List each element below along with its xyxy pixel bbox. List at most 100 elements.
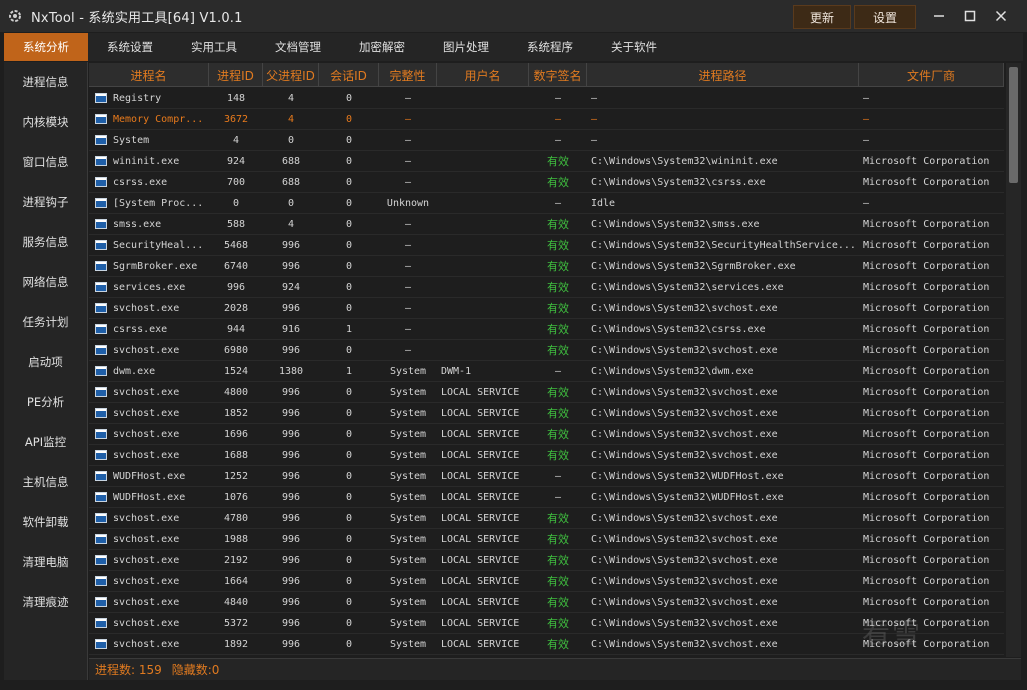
table-row[interactable]: WUDFHost.exe 1076 996 0 System LOCAL SERVICE —…	[89, 487, 1004, 508]
cell-integrity: System	[389, 386, 427, 398]
cell-integrity: System	[389, 533, 427, 545]
cell-path: C:\Windows\System32\smss.exe	[591, 218, 760, 230]
cell-signature: —	[554, 491, 562, 503]
sidebar-item-13[interactable]: 清理痕迹	[4, 582, 87, 622]
column-header-path[interactable]: 进程路径	[587, 63, 859, 87]
cell-username: LOCAL SERVICE	[441, 512, 520, 524]
column-header-pid[interactable]: 进程ID	[209, 63, 263, 87]
table-row[interactable]: csrss.exe 700 688 0 — 有效 C:\Windows\System32\c…	[89, 172, 1004, 193]
cell-session-id: 0	[345, 197, 353, 209]
scrollbar-thumb[interactable]	[1009, 67, 1018, 183]
cell-ppid: 1380	[278, 365, 304, 377]
cell-session-id: 0	[345, 449, 353, 461]
table-row[interactable]: svchost.exe 4800 996 0 System LOCAL SERVICE 有效…	[89, 382, 1004, 403]
table-row[interactable]: wininit.exe 924 688 0 — 有效 C:\Windows\System32…	[89, 151, 1004, 172]
sidebar-item-5[interactable]: 网络信息	[4, 262, 87, 302]
sidebar-item-7[interactable]: 启动项	[4, 342, 87, 382]
table-row[interactable]: Memory Compr... 3672 4 0 — — — —	[89, 109, 1004, 130]
table-row[interactable]: [System Proc... 0 0 0 Unknown — Idle —	[89, 193, 1004, 214]
table-row[interactable]: smss.exe 588 4 0 — 有效 C:\Windows\System32\smss…	[89, 214, 1004, 235]
cell-path: C:\Windows\System32\WUDFHost.exe	[591, 491, 784, 503]
table-row[interactable]: csrss.exe 944 916 1 — 有效 C:\Windows\System32\c…	[89, 319, 1004, 340]
table-row[interactable]: svchost.exe 2192 996 0 System LOCAL SERVICE 有效…	[89, 550, 1004, 571]
table-row[interactable]: svchost.exe 1664 996 0 System LOCAL SERVICE 有效…	[89, 571, 1004, 592]
table-row[interactable]: svchost.exe 1688 996 0 System LOCAL SERVICE 有效…	[89, 445, 1004, 466]
sidebar-item-4[interactable]: 服务信息	[4, 222, 87, 262]
cell-process-name: svchost.exe	[89, 613, 209, 633]
column-header-vendor[interactable]: 文件厂商	[859, 63, 1004, 87]
table-row[interactable]: svchost.exe 6980 996 0 — 有效 C:\Windows\System3…	[89, 340, 1004, 361]
column-header-ppid[interactable]: 父进程ID	[263, 63, 319, 87]
cell-ppid: 996	[281, 470, 301, 482]
menu-item-6[interactable]: 系统程序	[508, 33, 592, 61]
cell-ppid: 688	[281, 176, 301, 188]
cell-process-name: svchost.exe	[89, 592, 209, 612]
cell-vendor: Microsoft Corporation	[863, 449, 990, 461]
menu-item-7[interactable]: 关于软件	[592, 33, 676, 61]
cell-ppid: 996	[281, 239, 301, 251]
table-row[interactable]: svchost.exe 2028 996 0 — 有效 C:\Windows\System3…	[89, 298, 1004, 319]
cell-vendor: Microsoft Corporation	[863, 617, 990, 629]
settings-button[interactable]: 设置	[854, 5, 916, 29]
process-name-text: svchost.exe	[113, 386, 180, 398]
sidebar-item-11[interactable]: 软件卸载	[4, 502, 87, 542]
table-row[interactable]: svchost.exe 1696 996 0 System LOCAL SERVICE 有效…	[89, 424, 1004, 445]
table-row[interactable]: svchost.exe 1988 996 0 System LOCAL SERVICE 有效…	[89, 529, 1004, 550]
column-header-integrity[interactable]: 完整性	[379, 63, 437, 87]
table-row[interactable]: dwm.exe 1524 1380 1 System DWM-1 — C:\Windows\S…	[89, 361, 1004, 382]
table-row[interactable]: services.exe 996 924 0 — 有效 C:\Windows\System3…	[89, 277, 1004, 298]
column-header-session-id[interactable]: 会话ID	[319, 63, 379, 87]
table-row[interactable]: svchost.exe 4780 996 0 System LOCAL SERVICE 有效…	[89, 508, 1004, 529]
cell-integrity: —	[404, 344, 412, 356]
table-row[interactable]: WUDFHost.exe 1252 996 0 System LOCAL SERVICE —…	[89, 466, 1004, 487]
sidebar-item-12[interactable]: 清理电脑	[4, 542, 87, 582]
menu-item-2[interactable]: 实用工具	[172, 33, 256, 61]
vertical-scrollbar[interactable]	[1006, 63, 1021, 657]
sidebar-item-3[interactable]: 进程钩子	[4, 182, 87, 222]
menu-item-3[interactable]: 文档管理	[256, 33, 340, 61]
menu-item-1[interactable]: 系统设置	[88, 33, 172, 61]
process-name-text: csrss.exe	[113, 323, 168, 335]
cell-pid: 2028	[223, 302, 249, 314]
minimize-icon[interactable]	[926, 6, 952, 26]
table-row[interactable]: svchost.exe 5372 996 0 System LOCAL SERVICE 有效…	[89, 613, 1004, 634]
cell-process-name: csrss.exe	[89, 172, 209, 192]
process-name-text: Registry	[113, 92, 162, 104]
table-row[interactable]: Registry 148 4 0 — — — —	[89, 88, 1004, 109]
sidebar-item-8[interactable]: PE分析	[4, 382, 87, 422]
sidebar-item-0[interactable]: 进程信息	[4, 62, 87, 102]
menu-item-4[interactable]: 加密解密	[340, 33, 424, 61]
cell-session-id: 1	[345, 365, 353, 377]
maximize-icon[interactable]	[957, 6, 983, 26]
process-window-icon	[95, 492, 107, 502]
menu-item-5[interactable]: 图片处理	[424, 33, 508, 61]
column-header-username[interactable]: 用户名	[437, 63, 529, 87]
sidebar-item-9[interactable]: API监控	[4, 422, 87, 462]
cell-signature: 有效	[547, 596, 569, 609]
column-header-signature[interactable]: 数字签名	[529, 63, 587, 87]
cell-process-name: svchost.exe	[89, 508, 209, 528]
cell-ppid: 924	[281, 281, 301, 293]
close-icon[interactable]	[988, 6, 1014, 26]
update-button[interactable]: 更新	[793, 5, 851, 29]
sidebar-item-2[interactable]: 窗口信息	[4, 142, 87, 182]
table-row[interactable]: svchost.exe 1852 996 0 System LOCAL SERVICE 有效…	[89, 403, 1004, 424]
table-row[interactable]: SecurityHeal... 5468 996 0 — 有效 C:\Windows\Sys…	[89, 235, 1004, 256]
menu-item-0[interactable]: 系统分析	[4, 33, 88, 61]
cell-signature: 有效	[547, 428, 569, 441]
table-row[interactable]: System 4 0 0 — — — —	[89, 130, 1004, 151]
cell-signature: 有效	[547, 260, 569, 273]
cell-session-id: 0	[345, 155, 353, 167]
cell-integrity: —	[404, 239, 412, 251]
sidebar-item-6[interactable]: 任务计划	[4, 302, 87, 342]
column-header-process-name[interactable]: 进程名	[89, 63, 209, 87]
cell-signature: —	[554, 113, 562, 125]
cell-ppid: 996	[281, 386, 301, 398]
cell-path: C:\Windows\System32\svchost.exe	[591, 512, 778, 524]
sidebar-item-1[interactable]: 内核模块	[4, 102, 87, 142]
table-row[interactable]: SgrmBroker.exe 6740 996 0 — 有效 C:\Windows\Syst…	[89, 256, 1004, 277]
table-row[interactable]: svchost.exe 1892 996 0 System LOCAL SERVICE 有效…	[89, 634, 1004, 655]
table-row[interactable]: svchost.exe 4840 996 0 System LOCAL SERVICE 有效…	[89, 592, 1004, 613]
sidebar-item-10[interactable]: 主机信息	[4, 462, 87, 502]
cell-pid: 6740	[223, 260, 249, 272]
